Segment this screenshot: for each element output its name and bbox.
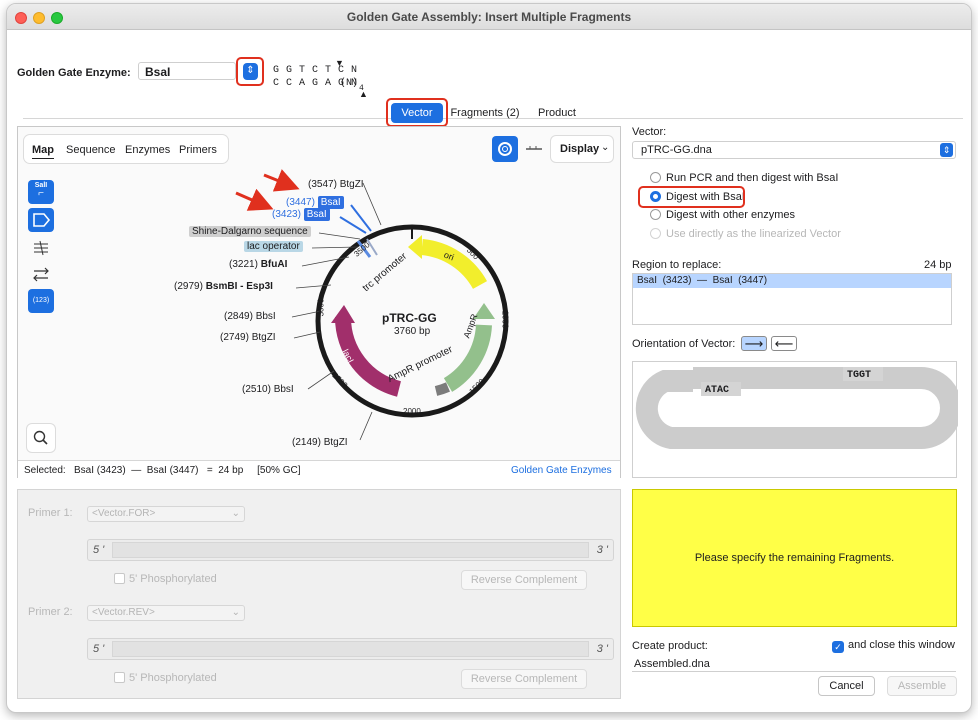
- vector-select-stepper-icon: ⇕: [940, 143, 953, 157]
- cancel-button[interactable]: Cancel: [818, 676, 875, 696]
- orientation-forward-button[interactable]: ⟶: [741, 336, 767, 351]
- map-panel: Map Sequence Enzymes Primers Display ⌄ S…: [17, 126, 621, 478]
- primer1-reverse-complement-button: Reverse Complement: [461, 570, 587, 590]
- ampr-promoter-feature[interactable]: [434, 382, 450, 396]
- enzyme-site-top: G G T C T C N: [273, 65, 358, 76]
- primer1-chevron-icon: ⌄: [231, 508, 240, 519]
- digest-option-highlight: [638, 186, 745, 208]
- vector-label: Vector:: [632, 126, 667, 138]
- tab-vector-highlight: [386, 98, 448, 127]
- site-bsai-3447[interactable]: (3447) BsaI: [286, 196, 344, 209]
- orientation-label: Orientation of Vector:: [632, 338, 736, 350]
- enzyme-stepper-highlight: [236, 57, 264, 86]
- ori-arrowhead: [408, 235, 422, 259]
- cut-bottom-marker-icon: ▲: [359, 89, 368, 99]
- bsai-3447-pointer: [350, 204, 372, 232]
- site-btgzi-3547[interactable]: (3547) BtgZI: [308, 179, 364, 190]
- option-use-directly: Use directly as the linearized Vector: [650, 228, 841, 242]
- btgzi-2749-pointer: [293, 331, 321, 339]
- checkmark-icon[interactable]: ✓: [832, 641, 844, 653]
- radio-use-directly: [650, 228, 661, 239]
- arrow-right-icon: ⟶: [744, 336, 764, 351]
- primer1-select: <Vector.FOR> ⌄: [87, 506, 245, 522]
- site-bsai-3423[interactable]: (3423) BsaI: [272, 208, 330, 221]
- ring-tick-1000: 1000: [500, 310, 510, 329]
- ring-tick-2000: 2000: [403, 407, 421, 416]
- status-selected-label: Selected:: [24, 465, 66, 476]
- plasmid-map: [235, 169, 509, 441]
- map-status-bar: Selected: BsaI (3423) — BsaI (3447) = 24…: [18, 460, 620, 478]
- plasmid-size: 3760 bp: [394, 326, 431, 337]
- site-bfuai-3221[interactable]: (3221) BfuAI: [229, 259, 287, 270]
- site-bbsi-2510[interactable]: (2510) BbsI: [242, 384, 294, 395]
- site-btgzi-2749[interactable]: (2749) BtgZI: [220, 332, 276, 343]
- btgzi-2149-pointer: [359, 411, 373, 441]
- window-title: Golden Gate Assembly: Insert Multiple Fr…: [346, 10, 632, 24]
- btgzi-pointer: [362, 182, 382, 226]
- tab-fragments[interactable]: Fragments (2): [449, 103, 521, 123]
- option-run-pcr[interactable]: Run PCR and then digest with BsaI: [650, 172, 838, 186]
- radio-digest-other[interactable]: [650, 209, 661, 220]
- vector-preview: ATAC TGGT: [632, 361, 962, 478]
- region-size: 24 bp: [924, 259, 952, 271]
- primer2-phosphorylated-checkbox: [114, 672, 125, 683]
- feature-lac-operator[interactable]: lac operator: [244, 241, 303, 252]
- site-btgzi-2149[interactable]: (2149) BtgZI: [292, 437, 348, 448]
- feature-shine-dalgarno[interactable]: Shine-Dalgarno sequence: [189, 226, 311, 237]
- plasmid-name: pTRC-GG: [382, 311, 437, 325]
- overhang-left: ATAC: [705, 385, 730, 396]
- option-digest-other[interactable]: Digest with other enzymes: [650, 209, 795, 223]
- shine-pointer: [318, 232, 361, 240]
- enzyme-field[interactable]: BsaI: [138, 62, 236, 80]
- assemble-button: Assemble: [887, 676, 957, 696]
- primer-panel: Primer 1: <Vector.FOR> ⌄ 5 ' 3 ' 5' Phosp…: [17, 489, 621, 699]
- annotation-arrow-lower-icon: [235, 188, 274, 211]
- close-window-option[interactable]: ✓ and close this window: [832, 639, 955, 653]
- orientation-reverse-button[interactable]: ⟵: [771, 336, 797, 351]
- primer1-phosphorylated-checkbox: [114, 573, 125, 584]
- primer2-reverse-complement-button: Reverse Complement: [461, 669, 587, 689]
- primer1-sequence-field: [112, 542, 589, 558]
- site-bsmbi-2979[interactable]: (2979) BsmBI - Esp3I: [174, 281, 273, 292]
- message-box: Please specify the remaining Fragments.: [632, 489, 957, 627]
- primer1-phosphorylated: 5' Phosphorylated: [114, 573, 217, 585]
- primer1-sequence-bar: 5 ' 3 ': [87, 539, 614, 561]
- primer2-sequence-field: [112, 641, 589, 657]
- overhang-right: TGGT: [847, 370, 872, 381]
- title-bar: Golden Gate Assembly: Insert Multiple Fr…: [7, 4, 971, 30]
- create-product-label: Create product:: [632, 640, 708, 652]
- region-label: Region to replace:: [632, 259, 722, 271]
- site-bbsi-2849[interactable]: (2849) BbsI: [224, 311, 276, 322]
- laci-arrowhead: [331, 305, 355, 323]
- product-name-field[interactable]: Assembled.dna: [632, 655, 956, 672]
- primer2-phosphorylated: 5' Phosphorylated: [114, 672, 217, 684]
- app-window: Golden Gate Assembly: Insert Multiple Fr…: [6, 3, 972, 713]
- primer2-select: <Vector.REV> ⌄: [87, 605, 245, 621]
- cut-top-marker-icon: ▼: [335, 58, 344, 68]
- enzyme-site-suffix: (N): [340, 78, 359, 89]
- bbsi-2510-pointer: [307, 370, 335, 390]
- annotation-arrow-upper-icon: [263, 169, 300, 192]
- enzyme-label: Golden Gate Enzyme:: [17, 67, 131, 79]
- primer2-sequence-bar: 5 ' 3 ': [87, 638, 614, 660]
- arrow-left-icon: ⟵: [774, 336, 794, 351]
- vector-value: pTRC-GG.dna: [641, 144, 712, 156]
- status-selected-value: BsaI (3423) — BsaI (3447) = 24 bp [50% G…: [74, 465, 301, 476]
- region-row[interactable]: BsaI (3423) — BsaI (3447): [633, 274, 951, 288]
- radio-run-pcr[interactable]: [650, 172, 661, 183]
- vector-select[interactable]: pTRC-GG.dna ⇕: [632, 141, 956, 159]
- primer1-label: Primer 1:: [28, 507, 73, 519]
- linearized-vector-diagram: [635, 367, 962, 449]
- primer2-chevron-icon: ⌄: [231, 607, 240, 618]
- golden-gate-enzymes-link[interactable]: Golden Gate Enzymes: [511, 465, 612, 476]
- tab-product[interactable]: Product: [531, 103, 583, 123]
- primer2-label: Primer 2:: [28, 606, 73, 618]
- region-list[interactable]: BsaI (3423) — BsaI (3447): [632, 273, 952, 325]
- ring-tick-3000: 3000: [316, 298, 326, 317]
